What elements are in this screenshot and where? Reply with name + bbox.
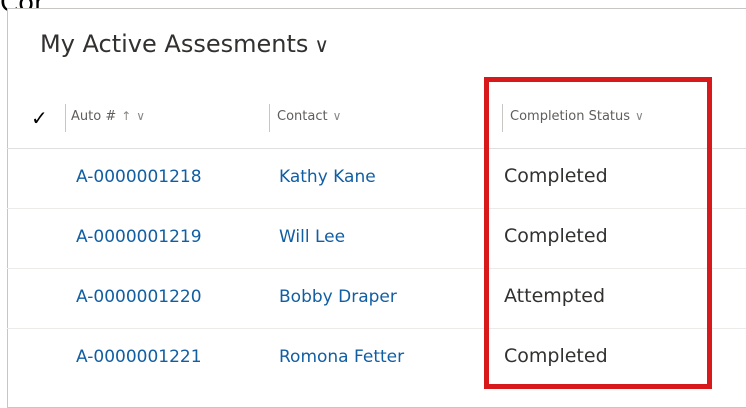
column-header-label: Contact [277,109,328,124]
chevron-down-icon: ∨ [136,109,146,123]
table-row[interactable]: A-0000001221 Romona Fetter Completed [7,329,746,388]
completion-status-value: Completed [504,165,608,187]
column-header-label: Auto # [71,109,117,124]
table-row[interactable]: A-0000001218 Kathy Kane Completed [7,149,746,209]
column-header-contact[interactable]: Contact ∨ [277,109,341,124]
chevron-down-icon: ∨ [314,33,330,57]
column-divider [502,104,503,132]
table-row[interactable]: A-0000001220 Bobby Draper Attempted [7,269,746,329]
table-row[interactable]: A-0000001219 Will Lee Completed [7,209,746,269]
grid-header: ✓ Auto # ↑ ∨ Contact ∨ Completion Status ∨ [7,92,746,149]
contact-link[interactable]: Kathy Kane [279,167,376,187]
auto-number-link[interactable]: A-0000001219 [76,227,202,247]
column-header-completion-status[interactable]: Completion Status ∨ [510,109,644,124]
sort-ascending-icon: ↑ [121,109,132,123]
chevron-down-icon: ∨ [332,109,342,123]
contact-link[interactable]: Will Lee [279,227,345,247]
column-header-label: Completion Status [510,109,631,124]
contact-link[interactable]: Romona Fetter [279,347,404,367]
chevron-down-icon: ∨ [635,109,644,123]
column-header-auto-number[interactable]: Auto # ↑ ∨ [71,109,145,124]
completion-status-value: Completed [504,345,608,367]
auto-number-link[interactable]: A-0000001221 [76,347,202,367]
auto-number-link[interactable]: A-0000001218 [76,167,202,187]
contact-link[interactable]: Bobby Draper [279,287,397,307]
column-divider [65,104,66,132]
view-selector[interactable]: My Active Assesments ∨ [40,30,329,58]
auto-number-link[interactable]: A-0000001220 [76,287,202,307]
view-title: My Active Assesments [40,30,309,58]
column-divider [269,104,270,132]
completion-status-value: Attempted [504,285,606,307]
select-all-checkmark-icon[interactable]: ✓ [31,106,48,130]
completion-status-value: Completed [504,225,608,247]
